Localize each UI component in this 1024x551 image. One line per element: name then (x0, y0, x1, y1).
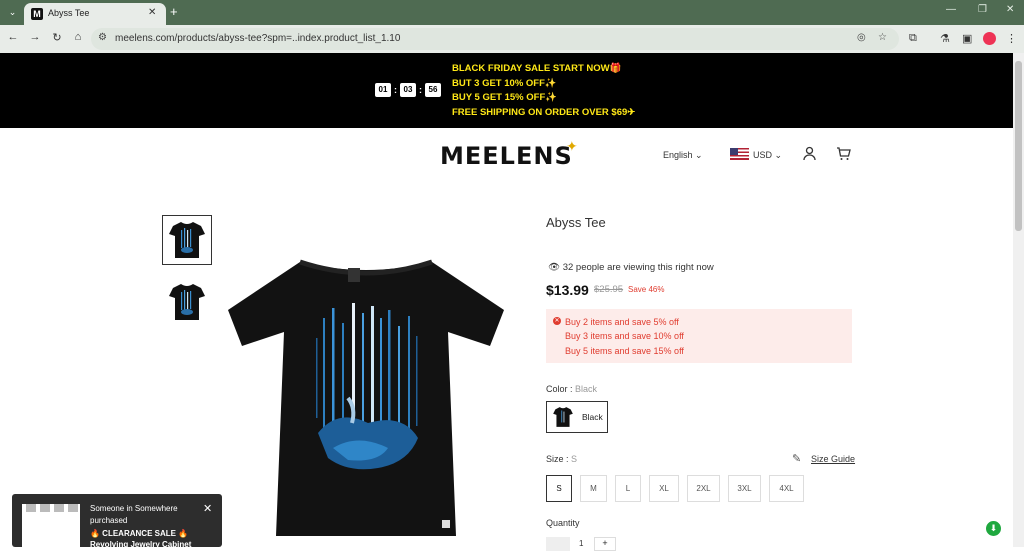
user-icon[interactable] (802, 146, 817, 165)
save-badge: Save 46% (628, 285, 665, 294)
language-selector[interactable]: English ⌄ (663, 150, 703, 161)
popup-line[interactable]: 🔥 CLEARANCE SALE 🔥 (90, 529, 188, 538)
offer-line: Buy 3 items and save 10% off (565, 331, 684, 341)
color-option-black[interactable]: Black (546, 401, 608, 433)
lab-icon[interactable]: ⚗ (940, 32, 950, 45)
popup-line: purchased (90, 516, 128, 525)
url-text: meelens.com/products/abyss-tee?spm=..ind… (115, 33, 401, 44)
reload-icon[interactable]: ↻ (50, 31, 64, 44)
viewers-text: 32 people are viewing this right now (562, 262, 714, 273)
page-scrollbar[interactable] (1013, 53, 1024, 547)
ruler-icon: ✎ (792, 453, 802, 465)
quantity-stepper[interactable]: 1 + (546, 537, 616, 551)
side-panel-icon[interactable]: ▣ (962, 32, 972, 45)
promo-banner: 01 : 03 : 56 BLACK FRIDAY SALE START NOW… (0, 53, 1013, 128)
close-icon[interactable]: ✕ (203, 502, 212, 515)
size-option-xl[interactable]: XL (649, 475, 679, 502)
bundle-offers: ✕ Buy 2 items and save 5% off Buy 3 item… (546, 309, 852, 363)
size-option-m[interactable]: M (580, 475, 607, 502)
product-thumbnail[interactable] (162, 215, 212, 265)
color-label: Color : Black (546, 384, 598, 394)
countdown-hours: 01 (375, 83, 391, 97)
home-icon[interactable]: ⌂ (71, 31, 85, 43)
size-option-l[interactable]: L (615, 475, 641, 502)
cart-icon[interactable] (836, 146, 851, 165)
color-option-label: Black (582, 412, 603, 422)
product-price: $13.99 (546, 282, 589, 298)
countdown-seconds: 56 (425, 83, 441, 97)
recent-purchase-popup: Someone in Somewhere purchased 🔥 CLEARAN… (12, 494, 222, 549)
viewers-notice: 👁 32 people are viewing this right now (548, 262, 714, 273)
product-title: Abyss Tee (546, 215, 606, 230)
bookmark-star-icon[interactable]: ☆ (878, 32, 887, 43)
promo-line: BUY 5 GET 15% OFF✨ (452, 92, 558, 104)
us-flag-icon (730, 148, 749, 160)
chevron-down-icon: ⌄ (695, 150, 703, 160)
browser-tab[interactable]: M Abyss Tee ✕ (24, 3, 166, 25)
product-thumbnail[interactable] (162, 277, 212, 327)
avatar[interactable] (983, 32, 996, 45)
url-input[interactable]: ⚙ meelens.com/products/abyss-tee?spm=..i… (91, 28, 899, 50)
size-option-2xl[interactable]: 2XL (687, 475, 720, 502)
scroll-thumb[interactable] (1015, 61, 1022, 231)
restore-icon[interactable]: ❐ (978, 4, 987, 15)
popup-line[interactable]: Revolving Jewelry Cabinet (90, 540, 191, 549)
countdown-timer: 01 : 03 : 56 (375, 83, 441, 97)
offer-line: Buy 5 items and save 15% off (565, 346, 684, 356)
tab-title: Abyss Tee (48, 8, 90, 18)
product-main-image[interactable] (228, 248, 504, 538)
size-guide-link[interactable]: Size Guide (811, 454, 855, 464)
browser-tab-strip: ⌄ M Abyss Tee ✕ + — ❐ ✕ (0, 0, 1024, 25)
compare-price: $25.95 (594, 284, 624, 295)
size-label: Size : S (546, 454, 578, 464)
close-icon[interactable]: ✕ (148, 7, 156, 18)
currency-selector[interactable]: USD ⌄ (753, 150, 782, 161)
popup-line: Someone in Somewhere (90, 504, 178, 513)
quantity-decrease-button[interactable] (546, 537, 570, 551)
new-tab-button[interactable]: + (170, 4, 178, 19)
chevron-down-icon: ⌄ (774, 150, 783, 160)
site-logo[interactable]: MEELENS (440, 142, 573, 170)
size-option-s[interactable]: S (546, 475, 572, 502)
eye-icon: 👁 (548, 262, 561, 273)
currency-label: USD (753, 150, 773, 160)
tab-search-icon[interactable]: ⌄ (5, 5, 20, 20)
forward-icon[interactable]: → (28, 31, 42, 43)
promo-text: BLACK FRIDAY SALE START NOW🎁 BUT 3 GET 1… (452, 62, 635, 120)
color-label-text: Color (546, 384, 568, 394)
promo-line: BLACK FRIDAY SALE START NOW🎁 (452, 63, 622, 74)
size-option-4xl[interactable]: 4XL (769, 475, 804, 502)
promo-line: BUT 3 GET 10% OFF✨ (452, 77, 557, 89)
extensions-icon[interactable]: ⧉ (909, 32, 917, 45)
quantity-increase-button[interactable]: + (594, 537, 616, 551)
sparkle-icon: ✦ (566, 138, 578, 154)
quantity-label: Quantity (546, 518, 580, 528)
window-close-icon[interactable]: ✕ (1006, 4, 1014, 15)
minimize-icon[interactable]: — (946, 4, 956, 15)
promo-line: FREE SHIPPING ON ORDER OVER $69✈ (452, 106, 636, 118)
countdown-minutes: 03 (400, 83, 416, 97)
back-icon[interactable]: ← (6, 31, 20, 43)
color-selected: Black (575, 384, 598, 394)
address-bar-row: ← → ↻ ⌂ ⚙ meelens.com/products/abyss-tee… (0, 25, 1024, 53)
site-info-icon[interactable]: ⚙ (98, 32, 107, 43)
menu-icon[interactable]: ⋮ (1006, 32, 1017, 45)
support-widget-icon[interactable]: ⬇ (986, 521, 1001, 536)
language-label: English (663, 150, 693, 160)
popup-product-image[interactable] (22, 504, 80, 547)
offer-icon: ✕ (553, 317, 561, 325)
size-selected: S (571, 454, 578, 464)
size-label-text: Size (546, 454, 564, 464)
tracking-icon[interactable]: ◎ (857, 32, 866, 43)
offer-line: Buy 2 items and save 5% off (565, 317, 679, 327)
size-option-3xl[interactable]: 3XL (728, 475, 761, 502)
favicon-icon: M (31, 8, 43, 20)
